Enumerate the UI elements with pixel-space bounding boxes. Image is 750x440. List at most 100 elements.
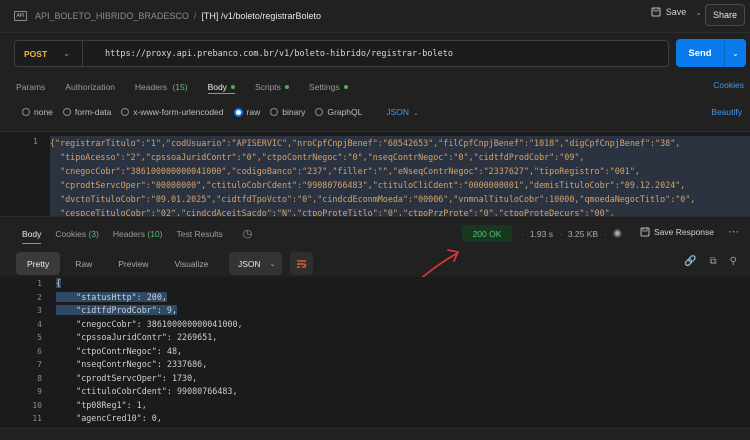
code-row: 7 "nseqContrNegoc": 2337686, (0, 358, 750, 372)
code-row: 5 "cpssoaJuridContr": 2269651, (0, 331, 750, 345)
format-label: JSON (238, 258, 261, 269)
request-body-code[interactable]: {"registrarTitulo":"1","codUsuario":"API… (50, 136, 750, 216)
network-globe-icon[interactable]: ◉ (613, 228, 622, 239)
tab-label: Body (22, 228, 42, 239)
tab-test-results[interactable]: Test Results (177, 229, 223, 239)
body-type-raw[interactable]: raw (233, 107, 260, 117)
breadcrumb-request-name[interactable]: [TH] /v1/boleto/registrarBoleto (201, 11, 321, 21)
save-icon (640, 227, 650, 237)
code-row: 9 "ctituloCobrCdent": 99080766483, (0, 385, 750, 399)
chevron-down-icon: ⌄ (63, 49, 70, 58)
code-row: 3 "cidtfdProdCobr": 9, (0, 304, 750, 318)
method-select[interactable]: POST ⌄ (15, 41, 83, 66)
body-format-select[interactable]: JSON ⌄ (386, 107, 419, 117)
body-type-none[interactable]: none (22, 107, 53, 117)
tab-label: Headers (134, 82, 168, 92)
code-line: "tipoAcesso":"2","cpssoaJuridContr":"0",… (50, 152, 585, 162)
send-button[interactable]: Send ⌄ (676, 39, 746, 67)
modified-dot-icon (284, 85, 289, 89)
line-number: 5 (37, 333, 42, 342)
response-size[interactable]: 3.25 KB (568, 229, 598, 239)
line-number: 6 (37, 346, 42, 356)
view-preview[interactable]: Preview (107, 252, 159, 275)
tab-response-cookies[interactable]: Cookies (3) (55, 229, 98, 239)
http-request-icon: API (14, 11, 27, 21)
copy-icon[interactable]: ⧉ (709, 256, 716, 267)
tab-response-body[interactable]: Body (22, 228, 42, 244)
response-format-select[interactable]: JSON ⌄ (229, 252, 282, 275)
code-text: "cnegocCobr": 386100000000041000, (56, 318, 243, 329)
code-line: { (56, 277, 62, 291)
radio-label: form-data (74, 107, 112, 117)
save-response-label: Save Response (654, 227, 715, 237)
body-type-form-data[interactable]: form-data (62, 107, 112, 117)
request-body-editor[interactable]: 1 {"registrarTitulo":"1","codUsuario":"A… (0, 131, 750, 217)
response-body-viewer[interactable]: 1{ 2 "statusHttp": 200, 3 "cidtfdProdCob… (0, 277, 750, 427)
code-line: "agencCred10": 0, (56, 412, 162, 426)
send-label: Send (688, 47, 712, 59)
response-tabs: Body Cookies (3) Headers (10) Test Resul… (22, 227, 253, 244)
tab-params[interactable]: Params (16, 80, 45, 94)
beautify-button[interactable]: Beautify (711, 107, 742, 117)
search-icon[interactable]: ⚲ (730, 256, 737, 267)
code-line: {"registrarTitulo":"1","codUsuario":"API… (50, 138, 681, 148)
line-gutter: 1 (0, 132, 42, 216)
tab-label: Test Results (176, 228, 223, 239)
history-icon[interactable]: ◷ (243, 227, 253, 240)
body-type-options: none form-data x-www-form-urlencoded raw… (22, 107, 419, 117)
line-number: 2 (37, 292, 42, 302)
line-number: 1 (37, 279, 42, 288)
tab-scripts[interactable]: Scripts (255, 80, 289, 94)
more-options-icon[interactable]: ⋯ (728, 225, 739, 238)
view-visualize[interactable]: Visualize (163, 252, 219, 275)
tab-settings[interactable]: Settings (309, 80, 348, 94)
url-input[interactable]: https://proxy.api.prebanco.com.br/v1/bol… (83, 49, 453, 59)
radio-label: x-www-form-urlencoded (133, 107, 224, 117)
body-type-urlencoded[interactable]: x-www-form-urlencoded (121, 107, 224, 117)
chevron-down-icon: ⌄ (413, 110, 419, 117)
code-text: "cpssoaJuridContr": 2269651, (56, 332, 218, 342)
response-tools: 🔗 ⧉ ⚲ (684, 256, 737, 267)
divider (0, 32, 750, 33)
breadcrumb-collection[interactable]: API_BOLETO_HIBRIDO_BRADESCO (35, 11, 189, 21)
response-time[interactable]: 1.93 s (530, 229, 553, 239)
status-bar (0, 428, 750, 440)
share-button[interactable]: Share (705, 4, 745, 26)
line-number: 3 (37, 306, 42, 315)
tab-response-headers[interactable]: Headers (10) (113, 229, 163, 239)
cookies-link[interactable]: Cookies (713, 80, 744, 90)
code-row: 11 "agencCred10": 0, (0, 412, 750, 426)
code-line: "ctituloCobrCdent": 99080766483, (56, 385, 238, 399)
tab-body[interactable]: Body (207, 80, 236, 94)
wrap-lines-button[interactable] (290, 252, 313, 275)
view-raw[interactable]: Raw (64, 252, 103, 275)
code-line: "tp08Reg1": 1, (56, 399, 147, 413)
code-text: "ctituloCobrCdent": 99080766483, (56, 386, 238, 396)
code-line: "nseqContrNegoc": 2337686, (56, 358, 207, 372)
code-row: 8 "cprodtServcOper": 1730, (0, 372, 750, 386)
line-number: 10 (32, 400, 42, 410)
modified-dot-icon (343, 85, 348, 89)
code-text: "tp08Reg1": 1, (56, 399, 147, 410)
save-button[interactable]: Save ⌄ (651, 7, 702, 17)
code-line: "ctpoContrNegoc": 48, (56, 345, 182, 359)
tab-label: Body (207, 82, 227, 92)
separator-dot: · (604, 228, 607, 239)
chevron-down-icon[interactable]: ⌄ (695, 8, 702, 17)
line-number: 4 (37, 319, 42, 329)
body-type-binary[interactable]: binary (270, 107, 305, 117)
chevron-down-icon[interactable]: ⌄ (725, 49, 746, 58)
tab-authorization[interactable]: Authorization (65, 80, 115, 94)
code-row: 1{ (0, 277, 750, 291)
radio-label: binary (282, 107, 306, 117)
tab-headers[interactable]: Headers (15) (135, 80, 188, 94)
code-line: "cnegocCobr": 386100000000041000, (56, 318, 243, 332)
save-response-button[interactable]: Save Response (640, 227, 714, 237)
body-type-graphql[interactable]: GraphQL (315, 107, 362, 117)
code-text: "statusHttp": 200, (56, 291, 167, 302)
link-icon[interactable]: 🔗 (684, 256, 696, 267)
code-text: "cprodtServcOper": 1730, (56, 372, 198, 383)
view-pretty[interactable]: Pretty (16, 252, 61, 275)
radio-icon (270, 108, 279, 116)
line-number: 7 (37, 360, 42, 369)
